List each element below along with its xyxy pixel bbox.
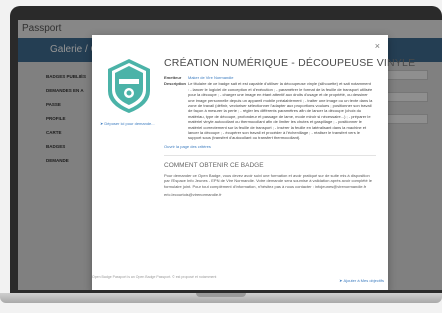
footer-note: Open Badge Passport is an Open Badge Pas… [92,275,217,279]
badge-title: CRÉATION NUMÉRIQUE - DÉCOUPEUSE VINYLE [164,57,416,69]
pin-icon: ➤ [339,278,343,283]
pin-icon: ➤ [100,121,104,126]
laptop-notch [196,293,246,297]
contact-email[interactable]: eric.lecourtois@virenormandie.fr [164,192,376,197]
badge-shield-icon [104,57,154,115]
close-icon[interactable]: × [375,41,380,51]
criteria-link[interactable]: Ouvrir la page des critères [164,144,376,149]
request-badge-link[interactable]: ➤Déposer ici pour demande... [100,121,158,126]
laptop-screen: Passport Galerie / C BADGES PUBLIÉS DEMA… [18,20,442,290]
badge-modal: × ➤Déposer ici pour demande... CRÉATION … [92,35,416,290]
how-to-text: Pour demander ce Open Badge, vous devez … [164,172,372,189]
how-to-title: COMMENT OBTENIR CE BADGE [164,161,264,169]
badge-meta: Emetteur Maker de Vire Normandie Descript… [164,75,376,141]
badge-column: ➤Déposer ici pour demande... [100,57,158,126]
issuer-label: Emetteur [164,75,182,80]
add-to-goals-link[interactable]: ➤Ajouter à Mes objectifs [339,278,384,283]
stage: Passport Galerie / C BADGES PUBLIÉS DEMA… [0,0,442,313]
divider [164,154,376,156]
description-text: Le titulaire de ce badge sait et est cap… [188,81,373,141]
badge-details: CRÉATION NUMÉRIQUE - DÉCOUPEUSE VINYLE E… [164,57,416,197]
description-label: Description [164,81,187,87]
issuer-link[interactable]: Maker de Vire Normandie [188,75,373,80]
